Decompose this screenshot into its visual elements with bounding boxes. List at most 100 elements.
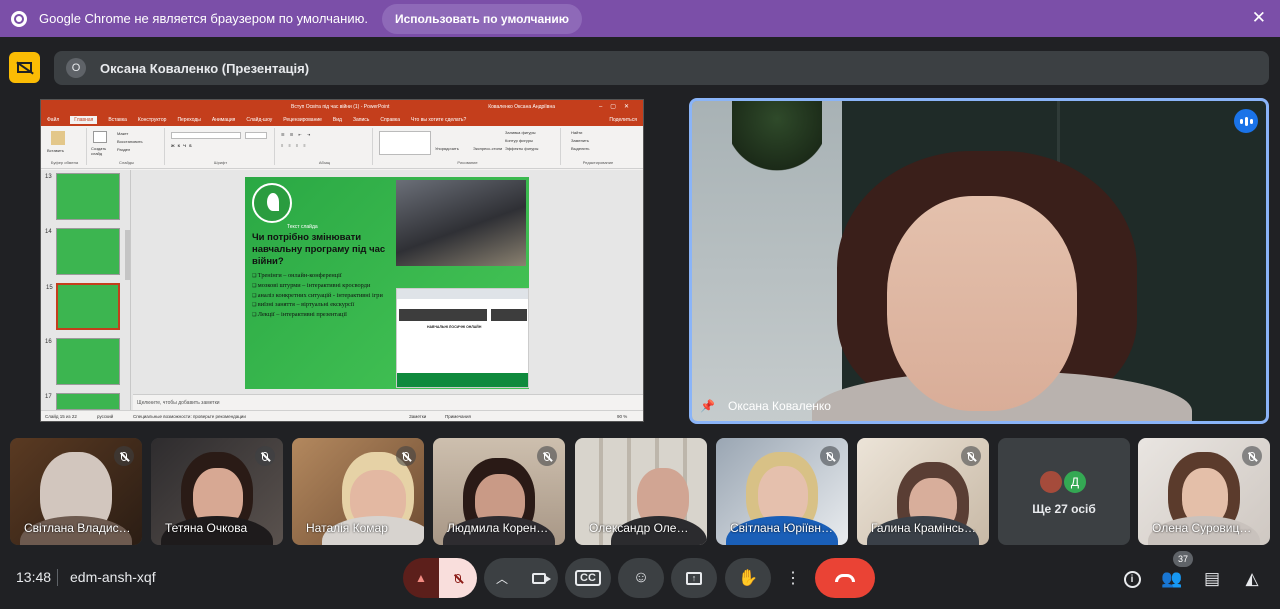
quick-styles-label[interactable]: Экспресс-стили xyxy=(473,146,503,151)
font-name-select[interactable] xyxy=(171,132,241,139)
editing-caption: Редактирование xyxy=(582,160,614,165)
ppt-tell-me[interactable]: Что вы хотите сделать? xyxy=(411,117,466,123)
select-label[interactable]: Выделить xyxy=(571,146,589,151)
status-notes[interactable]: Заметки xyxy=(409,414,426,419)
video-options-chevron-icon[interactable]: ︿ xyxy=(484,558,520,598)
activities-button[interactable]: ◭ xyxy=(1240,567,1264,591)
bullet-item: аналіз конкретних ситуацій - інтерактивн… xyxy=(252,292,383,302)
reset-label[interactable]: Восстановить xyxy=(117,139,143,144)
find-label[interactable]: Найти xyxy=(571,130,582,135)
ppt-tab-design[interactable]: Конструктор xyxy=(138,117,167,123)
status-zoom[interactable]: 90 % xyxy=(617,414,627,419)
thumbnails-scrollbar[interactable] xyxy=(125,230,130,280)
leave-call-button[interactable] xyxy=(815,558,875,598)
slide-thumbnail-selected[interactable]: 15 xyxy=(46,283,120,330)
chat-icon: ▤ xyxy=(1203,569,1221,588)
close-icon[interactable]: ✕ xyxy=(1252,8,1266,28)
chat-button[interactable]: ▤ xyxy=(1200,567,1224,591)
bullet-item: Лекції – інтерактивні презентації xyxy=(252,311,383,321)
ppt-tab-slideshow[interactable]: Слайд-шоу xyxy=(246,117,272,123)
participant-tile[interactable]: Олександр Оле… xyxy=(575,438,707,545)
shape-effects-label[interactable]: Эффекты фигуры xyxy=(505,146,538,151)
slide-thumbnail[interactable]: 14 xyxy=(45,228,120,275)
participant-tile[interactable]: Галина Крамінсь… xyxy=(857,438,989,545)
section-label[interactable]: Раздел xyxy=(117,147,130,152)
ppt-workspace: 13 14 15 16 17 Текст слайда Чи потрібно … xyxy=(41,170,643,410)
font-caption: Шрифт xyxy=(213,160,228,165)
status-comments[interactable]: Примечания xyxy=(445,414,471,419)
participant-name: Олена Суровиц… xyxy=(1152,521,1252,535)
drawing-caption: Рисование xyxy=(457,160,478,165)
slide-bullets: Тренінги – онлайн-конференції мозкові шт… xyxy=(252,272,383,321)
notes-pane[interactable]: Щелкните, чтобы добавить заметки xyxy=(133,394,643,410)
slide-thumbnail[interactable]: 16 xyxy=(45,338,120,385)
participant-name: Тетяна Очкова xyxy=(165,521,248,535)
shape-outline-label[interactable]: Контур фигуры xyxy=(505,138,533,143)
clock: 13:48 xyxy=(16,569,52,585)
list-buttons[interactable]: ☰ ☰ ⇤ ⇥ xyxy=(281,132,312,137)
more-vertical-icon: ⋮ xyxy=(785,570,801,587)
present-button[interactable]: ↑ xyxy=(671,558,717,598)
replace-label[interactable]: Заменить xyxy=(571,138,589,143)
mic-toggle-button[interactable] xyxy=(439,558,477,598)
more-participants-tile[interactable]: Д Ще 27 осіб xyxy=(998,438,1130,545)
ppt-title-bar: Вступ Освіта під час війни (1) - PowerPo… xyxy=(41,100,643,114)
captions-button[interactable]: CC xyxy=(565,558,611,598)
bullet-item: виїзні заняття – віртуальні екскурсії xyxy=(252,301,383,311)
paste-icon[interactable] xyxy=(51,131,65,145)
layout-label[interactable]: Макет xyxy=(117,131,128,136)
stop-presenting-icon[interactable] xyxy=(9,52,40,83)
status-accessibility[interactable]: Специальные возможности: проверьте реком… xyxy=(133,414,246,419)
bullet-item: мозкові штурми – інтерактивні кросворди xyxy=(252,282,383,292)
pin-icon[interactable]: 📌 xyxy=(700,399,715,413)
ppt-tab-help[interactable]: Справка xyxy=(380,117,400,123)
main-speaker-video[interactable]: 📌 Оксана Коваленко xyxy=(689,98,1269,424)
font-size-select[interactable] xyxy=(245,132,267,139)
shared-screen: Вступ Освіта під час війни (1) - PowerPo… xyxy=(40,99,644,422)
slide-thumbnail[interactable]: 13 xyxy=(45,173,120,220)
ribbon-group-drawing: Упорядочить Экспресс-стили Заливка фигур… xyxy=(375,128,561,165)
participant-tile[interactable]: Світлана Владис… xyxy=(10,438,142,545)
participant-tile[interactable]: Наталія Комар xyxy=(292,438,424,545)
shape-fill-label[interactable]: Заливка фигуры xyxy=(505,130,536,135)
ppt-tab-file[interactable]: Файл xyxy=(47,117,59,123)
participant-avatar xyxy=(1038,469,1064,495)
more-options-button[interactable]: ⋮ xyxy=(778,558,808,598)
people-button[interactable]: 👥 xyxy=(1160,567,1184,591)
info-icon: i xyxy=(1123,570,1141,588)
participant-tile[interactable]: Олена Суровиц… xyxy=(1138,438,1270,545)
new-slide-icon[interactable] xyxy=(93,131,107,143)
slide-number: 14 xyxy=(45,229,52,235)
ppt-tab-transitions[interactable]: Переходы xyxy=(177,117,200,123)
ppt-share-button[interactable]: Поделиться xyxy=(609,117,637,123)
ppt-tab-insert[interactable]: Вставка xyxy=(108,117,127,123)
ppt-tab-review[interactable]: Рецензирование xyxy=(283,117,322,123)
ribbon-group-editing: Найти Заменить Выделить Редактирование xyxy=(563,128,633,165)
mic-off-icon xyxy=(255,446,275,466)
ppt-tab-animation[interactable]: Анимация xyxy=(212,117,235,123)
camera-toggle-button[interactable] xyxy=(520,558,558,598)
slides-caption: Слайды xyxy=(119,160,134,165)
audio-options-chevron-icon[interactable]: ▲ xyxy=(403,558,439,598)
set-default-button[interactable]: Использовать по умолчанию xyxy=(381,3,583,34)
reactions-button[interactable]: ☺ xyxy=(618,558,664,598)
arrange-label[interactable]: Упорядочить xyxy=(435,146,465,151)
shapes-gallery[interactable] xyxy=(379,131,431,155)
mic-off-icon xyxy=(820,446,840,466)
mic-off-icon xyxy=(1242,446,1262,466)
participant-tile[interactable]: Людмила Корен… xyxy=(433,438,565,545)
font-style-buttons[interactable]: ЖКЧS xyxy=(171,143,195,148)
meeting-details-button[interactable]: i xyxy=(1120,567,1144,591)
align-buttons[interactable]: ≡ ≡ ≡ ≡ xyxy=(281,143,308,148)
slide-thumbnail[interactable]: 17 xyxy=(45,393,120,410)
status-slide: Слайд 15 из 22 xyxy=(45,414,77,419)
ribbon-group-clipboard: Вставить Буфер обмена xyxy=(43,128,87,165)
ppt-tab-view[interactable]: Вид xyxy=(333,117,342,123)
ppt-tab-record[interactable]: Запись xyxy=(353,117,369,123)
participant-tile[interactable]: Світлана Юріївн… xyxy=(716,438,848,545)
activities-icon: ◭ xyxy=(1245,569,1259,588)
participant-tile[interactable]: Тетяна Очкова xyxy=(151,438,283,545)
current-slide[interactable]: Текст слайда Чи потрібно змінювати навча… xyxy=(245,177,529,389)
raise-hand-button[interactable]: ✋ xyxy=(725,558,771,598)
ppt-tab-home[interactable]: Главная xyxy=(70,116,98,124)
